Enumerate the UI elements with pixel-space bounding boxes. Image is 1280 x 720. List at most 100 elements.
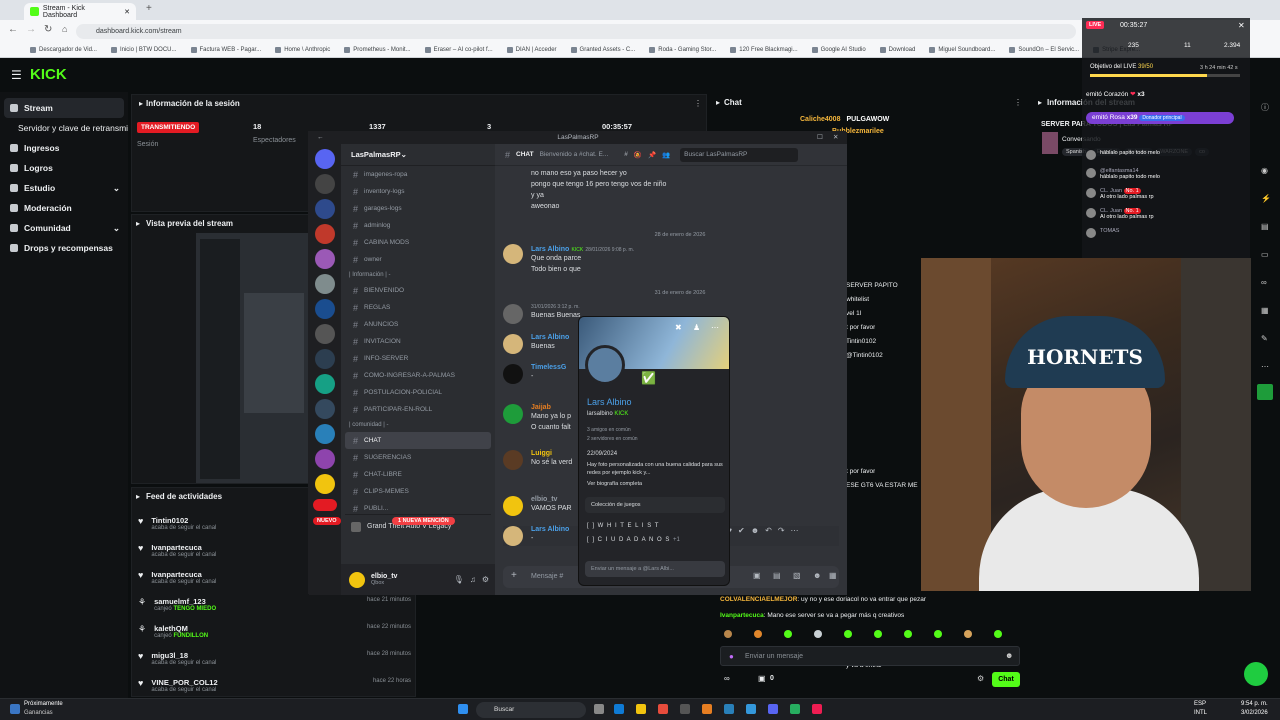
category-comunidad[interactable]: | comunidad | - — [341, 418, 495, 432]
pin-icon[interactable]: 📌 — [648, 151, 656, 159]
message-author[interactable]: Lars Albino — [531, 334, 569, 341]
message-author[interactable]: Jaijab — [531, 404, 571, 411]
clock-time[interactable]: 9:54 p. m. — [1241, 701, 1268, 707]
emoji-icon[interactable]: ☻ — [751, 526, 759, 546]
clipboard-icon[interactable]: ▤ — [1261, 222, 1269, 231]
feed-username[interactable]: Tintin0102 — [151, 516, 216, 525]
settings-icon[interactable]: ⚙ — [977, 674, 984, 683]
taskbar-search[interactable]: Buscar — [476, 702, 586, 718]
forward-icon[interactable]: ↷ — [778, 526, 785, 546]
feed-username[interactable]: kalethQM — [154, 624, 208, 633]
server-icon[interactable] — [315, 249, 335, 269]
stream-preview-video[interactable] — [196, 233, 308, 483]
channel-item[interactable]: # garages-logs — [341, 200, 495, 217]
kick-logo[interactable]: KICK — [30, 66, 67, 83]
chat-bubble-icon[interactable]: ▭ — [1261, 250, 1269, 259]
channel-item[interactable]: # POSTULACION-POLICIAL — [341, 384, 495, 401]
clock-date[interactable]: 3/02/2026 — [1241, 710, 1268, 716]
edge-icon[interactable] — [614, 704, 624, 714]
channel-item[interactable]: # CLIPS-MEMES — [341, 483, 495, 500]
keyboard-label[interactable]: INTL — [1194, 710, 1207, 716]
channel-topic[interactable]: Bienvenido a #chat. E... — [540, 151, 609, 158]
sidebar-item[interactable]: Moderación — [0, 198, 128, 218]
bio-more-link[interactable]: Ver biografía completa — [587, 481, 642, 487]
sticker-icon[interactable]: ▧ — [793, 571, 801, 580]
bookmark-item[interactable]: DIAN | Acceder — [506, 46, 557, 53]
server-icon[interactable]: ▦ — [1261, 306, 1269, 315]
emote-icon[interactable] — [724, 630, 732, 638]
emote-icon[interactable] — [874, 630, 882, 638]
channel-item[interactable]: # CABINA MODS — [341, 234, 495, 251]
back-icon[interactable]: ← — [8, 24, 18, 35]
bookmark-item[interactable]: 120 Free Blackmagi... — [730, 46, 798, 53]
bolt-icon[interactable]: ⚡ — [1261, 194, 1271, 203]
close-tab-icon[interactable]: ✕ — [124, 8, 130, 16]
avatar[interactable] — [503, 304, 523, 324]
emote-icon[interactable] — [904, 630, 912, 638]
sidebar-item[interactable]: Drops y recompensas — [0, 238, 128, 258]
server-icon[interactable] — [315, 424, 335, 444]
feed-username[interactable]: samuelmf_123 — [154, 597, 216, 606]
avatar[interactable] — [503, 334, 523, 354]
server-icon[interactable] — [315, 374, 335, 394]
mutual-servers[interactable]: 2 servidores en común — [587, 436, 638, 442]
green-app-icon[interactable] — [1257, 384, 1273, 400]
news-line-2[interactable]: Ganancias — [24, 710, 53, 716]
bookmark-item[interactable]: Prometheus - Monit... — [344, 46, 411, 53]
discord-icon[interactable] — [768, 704, 778, 714]
app-icon[interactable] — [702, 704, 712, 714]
mutual-friends[interactable]: 3 amigos en común — [587, 427, 631, 433]
avatar[interactable] — [503, 404, 523, 424]
channel-item[interactable]: # INFO-SERVER — [341, 350, 495, 367]
server-icon[interactable] — [315, 449, 335, 469]
wrench-icon[interactable]: ✎ — [1261, 334, 1268, 343]
emoji-icon[interactable]: ☻ — [1005, 651, 1013, 660]
new-tab-icon[interactable]: + — [146, 3, 152, 14]
channel-item[interactable]: # adminlog — [341, 217, 495, 234]
sidebar-item[interactable]: Ingresos — [0, 138, 128, 158]
mic-icon[interactable]: ● — [729, 652, 734, 661]
mute-icon[interactable]: 🔕 — [634, 151, 642, 159]
server-icon[interactable] — [315, 349, 335, 369]
message-author[interactable]: Lars Albino — [531, 526, 569, 533]
menu-icon[interactable]: ☰ — [11, 68, 22, 82]
add-friend-icon[interactable]: ♟ — [693, 323, 700, 332]
sidebar-item[interactable]: Servidor y clave de retransmisión — [0, 118, 128, 138]
browser-tab[interactable]: Stream - Kick Dashboard ✕ — [24, 3, 136, 20]
forward-icon[interactable]: → — [26, 24, 36, 35]
bookmark-item[interactable]: Google AI Studio — [811, 46, 866, 53]
channel-item[interactable]: # SUGERENCIAS — [341, 449, 495, 466]
profile-avatar[interactable] — [585, 345, 625, 385]
feed-username[interactable]: migu3l_18 — [151, 651, 216, 660]
avatar[interactable] — [503, 244, 523, 264]
pinned-user-1[interactable]: Caliche4008 — [800, 116, 840, 123]
news-line-1[interactable]: Próximamente — [24, 701, 63, 707]
bookmark-item[interactable]: Eraser – AI co-pilot f... — [424, 46, 493, 53]
threads-icon[interactable]: # — [624, 151, 628, 158]
tool-icon[interactable]: ◉ — [1261, 166, 1268, 175]
channel-item[interactable]: # owner — [341, 251, 495, 268]
vscode-icon[interactable] — [724, 704, 734, 714]
avatar[interactable] — [349, 571, 365, 588]
profile-message-input[interactable]: Enviar un mensaje a @Lars Albi... — [585, 561, 725, 577]
send-chat-button[interactable]: Chat — [992, 672, 1020, 687]
channel-item[interactable]: # CHAT — [345, 432, 491, 449]
bookmark-item[interactable]: Home \ Anthropic — [275, 46, 330, 53]
close-window-icon[interactable]: ✕ — [833, 132, 838, 144]
channel-item[interactable]: # ANUNCIOS — [341, 316, 495, 333]
weather-icon[interactable] — [10, 704, 20, 714]
bookmark-item[interactable]: Miguel Soundboard... — [929, 46, 995, 53]
server-icon[interactable] — [315, 199, 335, 219]
gift-icon[interactable]: ▣ — [758, 674, 766, 683]
sidebar-item[interactable]: Stream — [4, 98, 124, 118]
channel-item[interactable]: # PARTICIPAR-EN-ROLL — [341, 401, 495, 418]
channel-item[interactable]: # INVITACION — [341, 333, 495, 350]
roles-more[interactable]: +1 — [673, 537, 680, 543]
channel-item[interactable]: # REGLAS — [341, 299, 495, 316]
add-attachment-icon[interactable]: + — [511, 570, 517, 581]
sidebar-item[interactable]: Comunidad ⌄ — [0, 218, 128, 238]
bookmark-item[interactable]: Granted Assets - C... — [570, 46, 635, 53]
chat-input[interactable]: ● Enviar un mensaje ☻ — [720, 646, 1020, 666]
sidebar-item[interactable]: Estudio ⌄ — [0, 178, 128, 198]
emote-icon[interactable] — [964, 630, 972, 638]
